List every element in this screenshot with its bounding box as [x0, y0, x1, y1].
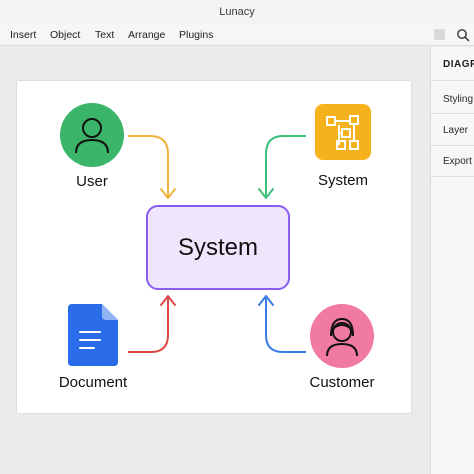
- panel-item-layer[interactable]: Layer: [443, 125, 468, 136]
- arrow-system-to-center: [265, 135, 306, 196]
- node-label-customer: Customer: [309, 374, 375, 391]
- panel-divider: [431, 145, 474, 146]
- arrow-customer-to-center: [265, 298, 306, 353]
- document-icon[interactable]: [68, 304, 118, 366]
- panel-divider: [431, 176, 474, 177]
- node-label-document: Document: [58, 374, 128, 391]
- customer-icon[interactable]: [310, 304, 374, 368]
- panel-divider: [431, 113, 474, 114]
- arrow-document-to-center: [128, 298, 169, 353]
- system-icon[interactable]: [315, 104, 371, 160]
- panel-title: DIAGRAMS: [443, 59, 474, 70]
- panel-item-export[interactable]: Export: [443, 156, 472, 167]
- arrow-user-to-system: [128, 135, 169, 196]
- right-panel: DIAGRAMS Styling Layer Export: [430, 47, 474, 474]
- user-icon[interactable]: [60, 103, 124, 167]
- node-label-system: System: [317, 172, 368, 189]
- panel-item-styling[interactable]: Styling: [443, 94, 473, 105]
- center-system-label: System: [177, 234, 258, 261]
- panel-divider: [431, 80, 474, 81]
- center-system-box[interactable]: System: [146, 205, 290, 290]
- node-label-user: User: [76, 173, 108, 190]
